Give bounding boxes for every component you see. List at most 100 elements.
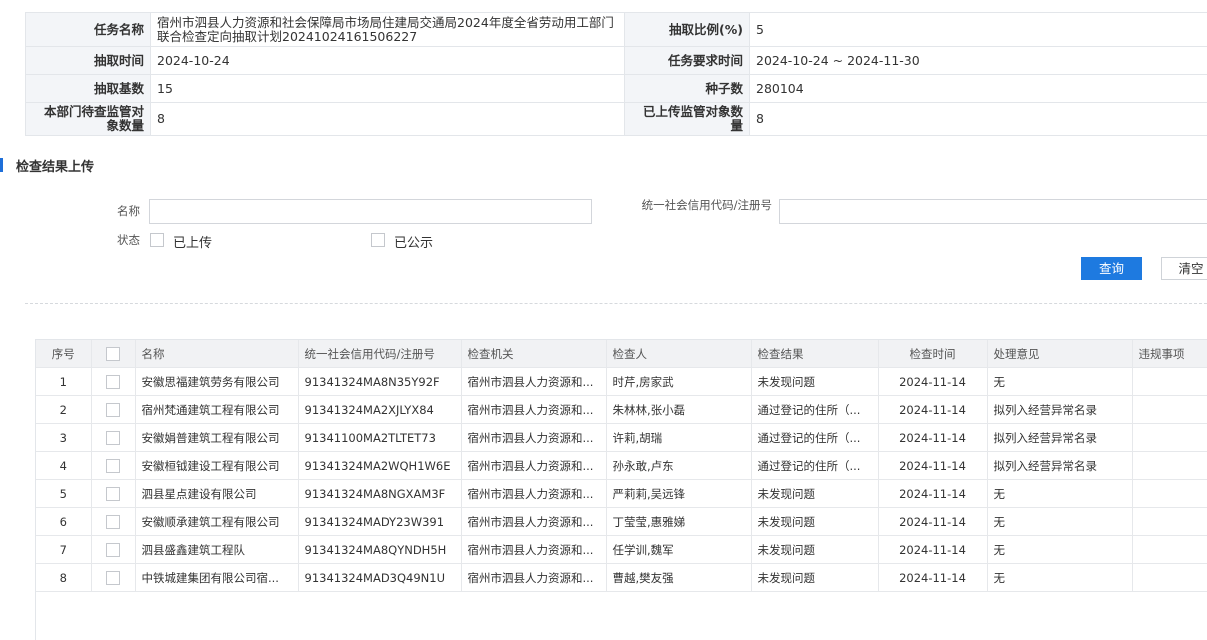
clear-button[interactable]: 清空 — [1161, 257, 1207, 280]
cell-violations — [1132, 508, 1207, 536]
cell-inspection-result: 未发现问题 — [751, 508, 878, 536]
cell-handling-opinion: 无 — [987, 564, 1132, 592]
status-published-label[interactable]: 已公示 — [394, 232, 433, 251]
cell-select[interactable] — [91, 368, 135, 396]
status-filter-label: 状态 — [90, 234, 140, 246]
ratio-label: 抽取比例(%) — [625, 13, 750, 47]
cell-violations — [1132, 368, 1207, 396]
col-header-name: 名称 — [135, 340, 298, 368]
col-header-violations: 违规事项 — [1132, 340, 1207, 368]
row-select-checkbox[interactable] — [106, 571, 120, 585]
cell-inspection-authority: 宿州市泗县人力资源和... — [461, 424, 606, 452]
cell-name: 安徽桓钺建设工程有限公司 — [135, 452, 298, 480]
cell-credit-code: 91341100MA2TLTET73 — [298, 424, 461, 452]
cell-select[interactable] — [91, 564, 135, 592]
table-row[interactable]: 6安徽顺承建筑工程有限公司91341324MADY23W391宿州市泗县人力资源… — [36, 508, 1207, 536]
table-row[interactable]: 7泗县盛鑫建筑工程队91341324MA8QYNDH5H宿州市泗县人力资源和..… — [36, 536, 1207, 564]
seed-value: 280104 — [750, 75, 1207, 103]
cell-select[interactable] — [91, 424, 135, 452]
draw-time-value: 2024-10-24 — [151, 47, 625, 75]
table-row[interactable]: 5泗县星点建设有限公司91341324MA8NGXAM3F宿州市泗县人力资源和.… — [36, 480, 1207, 508]
row-select-checkbox[interactable] — [106, 431, 120, 445]
col-header-inspection-time: 检查时间 — [878, 340, 987, 368]
cell-name: 安徽思福建筑劳务有限公司 — [135, 368, 298, 396]
cell-inspection-time: 2024-11-14 — [878, 508, 987, 536]
cell-select[interactable] — [91, 480, 135, 508]
table-row[interactable]: 1安徽思福建筑劳务有限公司91341324MA8N35Y92F宿州市泗县人力资源… — [36, 368, 1207, 396]
cell-index: 3 — [36, 424, 91, 452]
col-header-credit-code: 统一社会信用代码/注册号 — [298, 340, 461, 368]
cell-index: 8 — [36, 564, 91, 592]
cell-name: 宿州梵通建筑工程有限公司 — [135, 396, 298, 424]
seed-label: 种子数 — [625, 75, 750, 103]
cell-index: 4 — [36, 452, 91, 480]
cell-index: 2 — [36, 396, 91, 424]
cell-credit-code: 91341324MA2WQH1W6E — [298, 452, 461, 480]
section-divider — [25, 303, 1207, 304]
row-select-checkbox[interactable] — [106, 459, 120, 473]
cell-handling-opinion: 无 — [987, 508, 1132, 536]
cell-inspection-time: 2024-11-14 — [878, 396, 987, 424]
cell-name: 中铁城建集团有限公司宿... — [135, 564, 298, 592]
base-value: 15 — [151, 75, 625, 103]
select-all-checkbox[interactable] — [106, 347, 120, 361]
cell-inspection-result: 未发现问题 — [751, 564, 878, 592]
row-select-checkbox[interactable] — [106, 487, 120, 501]
cell-credit-code: 91341324MA8N35Y92F — [298, 368, 461, 396]
cell-select[interactable] — [91, 508, 135, 536]
cell-inspector: 许莉,胡瑞 — [606, 424, 751, 452]
cell-inspection-authority: 宿州市泗县人力资源和... — [461, 536, 606, 564]
row-select-checkbox[interactable] — [106, 515, 120, 529]
task-info-table: 任务名称 宿州市泗县人力资源和社会保障局市场局住建局交通局2024年度全省劳动用… — [25, 12, 1207, 136]
row-select-checkbox[interactable] — [106, 403, 120, 417]
task-name-label: 任务名称 — [26, 13, 151, 47]
cell-inspector: 严莉莉,吴远锋 — [606, 480, 751, 508]
cell-select[interactable] — [91, 536, 135, 564]
task-name-value: 宿州市泗县人力资源和社会保障局市场局住建局交通局2024年度全省劳动用工部门联合… — [151, 13, 625, 47]
cell-index: 5 — [36, 480, 91, 508]
uploaded-count-label: 已上传监管对象数量 — [625, 103, 750, 136]
cell-inspection-result: 未发现问题 — [751, 368, 878, 396]
cell-inspection-time: 2024-11-14 — [878, 452, 987, 480]
credit-code-filter-label: 统一社会信用代码/注册号 — [640, 199, 772, 211]
status-published-checkbox[interactable] — [371, 233, 385, 247]
table-row[interactable]: 3安徽娟普建筑工程有限公司91341100MA2TLTET73宿州市泗县人力资源… — [36, 424, 1207, 452]
cell-credit-code: 91341324MA8NGXAM3F — [298, 480, 461, 508]
cell-inspector: 任学训,魏军 — [606, 536, 751, 564]
cell-inspection-time: 2024-11-14 — [878, 424, 987, 452]
status-uploaded-checkbox[interactable] — [150, 233, 164, 247]
cell-inspection-authority: 宿州市泗县人力资源和... — [461, 396, 606, 424]
cell-inspection-result: 通过登记的住所（... — [751, 452, 878, 480]
pending-count-label: 本部门待查监管对象数量 — [26, 103, 151, 136]
name-filter-input[interactable] — [149, 199, 592, 224]
cell-handling-opinion: 无 — [987, 368, 1132, 396]
section-accent-bar — [0, 158, 3, 172]
cell-violations — [1132, 424, 1207, 452]
table-row[interactable]: 8中铁城建集团有限公司宿...91341324MAD3Q49N1U宿州市泗县人力… — [36, 564, 1207, 592]
table-row[interactable]: 2宿州梵通建筑工程有限公司91341324MA2XJLYX84宿州市泗县人力资源… — [36, 396, 1207, 424]
cell-index: 6 — [36, 508, 91, 536]
cell-select[interactable] — [91, 396, 135, 424]
cell-handling-opinion: 拟列入经营异常名录 — [987, 396, 1132, 424]
credit-code-filter-input[interactable] — [779, 199, 1207, 224]
col-header-inspector: 检查人 — [606, 340, 751, 368]
name-filter-label: 名称 — [90, 205, 140, 217]
results-grid: 序号 名称 统一社会信用代码/注册号 检查机关 检查人 检查结果 检查时间 处理… — [35, 339, 1207, 640]
query-button[interactable]: 查询 — [1081, 257, 1142, 280]
cell-select[interactable] — [91, 452, 135, 480]
col-header-handling-opinion: 处理意见 — [987, 340, 1132, 368]
cell-index: 7 — [36, 536, 91, 564]
uploaded-count-value: 8 — [750, 103, 1207, 136]
section-title: 检查结果上传 — [16, 156, 94, 175]
col-header-select[interactable] — [91, 340, 135, 368]
cell-handling-opinion: 无 — [987, 536, 1132, 564]
cell-inspection-authority: 宿州市泗县人力资源和... — [461, 508, 606, 536]
cell-index: 1 — [36, 368, 91, 396]
cell-violations — [1132, 480, 1207, 508]
cell-handling-opinion: 无 — [987, 480, 1132, 508]
row-select-checkbox[interactable] — [106, 375, 120, 389]
cell-inspection-result: 未发现问题 — [751, 480, 878, 508]
status-uploaded-label[interactable]: 已上传 — [173, 232, 212, 251]
row-select-checkbox[interactable] — [106, 543, 120, 557]
table-row[interactable]: 4安徽桓钺建设工程有限公司91341324MA2WQH1W6E宿州市泗县人力资源… — [36, 452, 1207, 480]
